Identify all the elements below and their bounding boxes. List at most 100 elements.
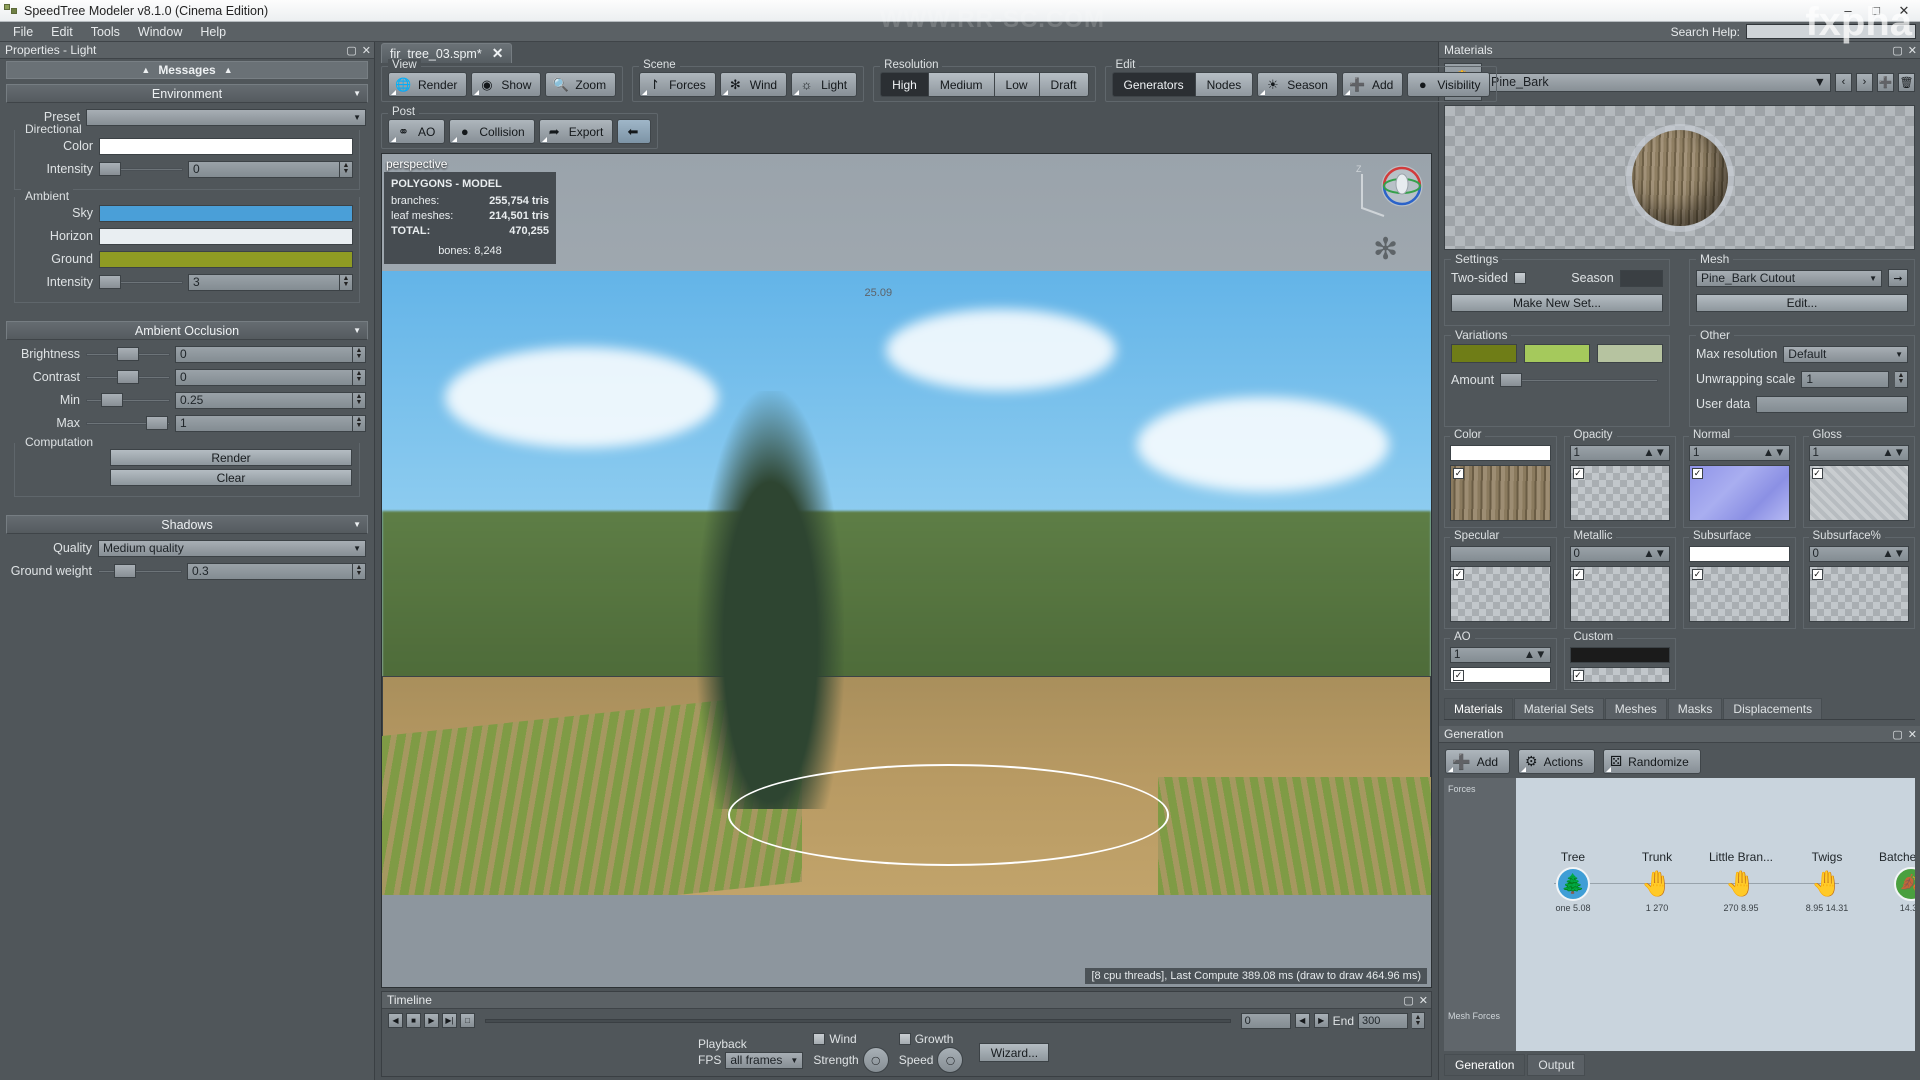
ao-brightness-slider[interactable]: [86, 347, 170, 361]
generation-node-twigs[interactable]: Twigs 🤚 8.95 14.31: [1784, 850, 1870, 913]
amount-slider[interactable]: [1500, 373, 1658, 387]
ao-render-button[interactable]: Render: [110, 449, 352, 466]
tab-material-sets[interactable]: Material Sets: [1513, 698, 1604, 719]
texture-value-field[interactable]: [1689, 546, 1790, 562]
prev-frame-button[interactable]: ◀: [388, 1013, 403, 1028]
max-resolution-dropdown[interactable]: Default ▼: [1783, 345, 1908, 363]
texture-value-field[interactable]: 1 ▲▼: [1808, 445, 1909, 461]
texture-value-field[interactable]: [1450, 445, 1551, 461]
texture-enable-checkbox[interactable]: ✓: [1453, 468, 1464, 479]
texture-value-field[interactable]: [1569, 647, 1670, 663]
texture-enable-checkbox[interactable]: ✓: [1572, 569, 1584, 580]
texture-value-field[interactable]: 0 ▲▼: [1569, 546, 1670, 562]
current-frame-field[interactable]: 0: [1240, 1012, 1291, 1029]
collision-button[interactable]: ● Collision: [449, 119, 535, 144]
directional-intensity-value[interactable]: 0: [188, 160, 340, 178]
ao-max-value[interactable]: 1: [175, 414, 353, 432]
texture-thumbnail[interactable]: ✓: [1569, 667, 1670, 683]
shadow-ground-weight-stepper[interactable]: ▲ ▼: [353, 562, 366, 580]
viewport[interactable]: perspective POLYGONS - MODEL branches: 25…: [381, 153, 1432, 988]
tab-materials[interactable]: Materials: [1444, 698, 1513, 719]
frame-forward-button[interactable]: ▶: [1313, 1013, 1329, 1028]
environment-section-header[interactable]: Environment ▼: [6, 84, 368, 103]
render-button[interactable]: 🌐 Render: [388, 72, 468, 97]
texture-enable-checkbox[interactable]: ✓: [1811, 468, 1823, 479]
next-frame-button[interactable]: ▶|: [442, 1013, 457, 1028]
texture-thumbnail[interactable]: ✓: [1689, 465, 1790, 521]
texture-thumbnail[interactable]: ✓: [1450, 465, 1551, 521]
ao-max-stepper[interactable]: ▲ ▼: [353, 414, 366, 432]
back-button[interactable]: ⬅: [617, 119, 652, 144]
ao-contrast-slider[interactable]: [86, 370, 170, 384]
wind-dial[interactable]: ◯: [862, 1047, 889, 1073]
texture-thumbnail[interactable]: ✓: [1569, 465, 1670, 521]
texture-value-field[interactable]: 1 ▲▼: [1689, 445, 1790, 461]
menu-file[interactable]: File: [4, 24, 42, 40]
texture-enable-checkbox[interactable]: ✓: [1692, 468, 1703, 479]
ao-max-slider[interactable]: [86, 416, 170, 430]
end-frame-field[interactable]: 300: [1358, 1012, 1408, 1029]
tab-generation[interactable]: Generation: [1444, 1054, 1526, 1076]
fan-gizmo-icon[interactable]: ✻: [1373, 232, 1407, 266]
generation-node-tree[interactable]: Tree 🌲 one 5.08: [1530, 850, 1616, 913]
show-button[interactable]: ◉ Show: [471, 72, 542, 97]
stepper-icon[interactable]: ▲▼: [1643, 447, 1666, 459]
directional-color-swatch[interactable]: [99, 137, 353, 155]
ambient-intensity-stepper[interactable]: ▲ ▼: [340, 273, 353, 291]
ambient-horizon-swatch[interactable]: [99, 227, 353, 245]
export-button[interactable]: ➦ Export: [538, 119, 614, 144]
close-icon[interactable]: ✕: [1419, 994, 1428, 1007]
shadow-ground-weight-value[interactable]: 0.3: [187, 562, 353, 580]
user-data-field[interactable]: [1756, 395, 1908, 413]
ao-min-value[interactable]: 0.25: [175, 391, 353, 409]
close-icon[interactable]: ✕: [362, 44, 371, 57]
texture-thumbnail[interactable]: ✓: [1808, 566, 1909, 622]
mesh-edit-button[interactable]: Edit...: [1696, 294, 1908, 312]
resolution-medium[interactable]: Medium: [927, 72, 994, 97]
directional-intensity-slider[interactable]: [99, 162, 183, 176]
ao-brightness-stepper[interactable]: ▲ ▼: [353, 345, 366, 363]
variation-swatch-1[interactable]: [1451, 344, 1517, 363]
undock-icon[interactable]: ▢: [1892, 44, 1902, 57]
material-prev-button[interactable]: ‹: [1835, 72, 1852, 92]
stop-button[interactable]: ■: [406, 1013, 421, 1028]
season-button[interactable]: ☀ Season: [1257, 72, 1338, 97]
generation-graph-canvas[interactable]: Forces Mesh Forces Tree 🌲 one 5.08 Trunk…: [1444, 778, 1915, 1051]
stepper-icon[interactable]: ▲▼: [1763, 447, 1786, 459]
texture-enable-checkbox[interactable]: ✓: [1692, 569, 1703, 580]
texture-enable-checkbox[interactable]: ✓: [1453, 569, 1464, 580]
ao-brightness-value[interactable]: 0: [175, 345, 353, 363]
fps-dropdown[interactable]: all frames ▼: [725, 1051, 804, 1069]
undock-icon[interactable]: ▢: [346, 44, 356, 57]
texture-enable-checkbox[interactable]: ✓: [1453, 670, 1464, 681]
wizard-button[interactable]: Wizard...: [979, 1043, 1050, 1062]
ao-contrast-stepper[interactable]: ▲ ▼: [353, 368, 366, 386]
play-button[interactable]: ▶: [424, 1013, 439, 1028]
zoom-button[interactable]: 🔍 Zoom: [545, 72, 617, 97]
resolution-draft[interactable]: Draft: [1038, 72, 1089, 97]
make-new-set-button[interactable]: Make New Set...: [1451, 294, 1663, 312]
generation-actions-button[interactable]: ⚙ Actions: [1518, 749, 1595, 774]
wind-button[interactable]: ✻ Wind: [719, 72, 788, 97]
texture-enable-checkbox[interactable]: ✓: [1811, 569, 1823, 580]
ambient-intensity-value[interactable]: 3: [188, 273, 340, 291]
wind-checkbox[interactable]: [813, 1033, 826, 1045]
close-button[interactable]: ✕: [1890, 0, 1918, 22]
messages-bar[interactable]: ▲ Messages ▲: [6, 61, 368, 79]
undock-icon[interactable]: ▢: [1403, 994, 1413, 1007]
mesh-dropdown[interactable]: Pine_Bark Cutout ▼: [1696, 269, 1882, 287]
ao-clear-button[interactable]: Clear: [110, 469, 352, 486]
ambient-ground-swatch[interactable]: [99, 250, 353, 268]
texture-thumbnail[interactable]: ✓: [1569, 566, 1670, 622]
forces-button[interactable]: ↾ Forces: [639, 72, 716, 97]
ambient-occlusion-section-header[interactable]: Ambient Occlusion ▼: [6, 321, 368, 340]
shadows-section-header[interactable]: Shadows ▼: [6, 515, 368, 534]
add-button[interactable]: ➕ Add: [1341, 72, 1404, 97]
ao-contrast-value[interactable]: 0: [175, 368, 353, 386]
resolution-high[interactable]: High: [880, 72, 928, 97]
growth-dial[interactable]: ◯: [937, 1047, 964, 1073]
texture-enable-checkbox[interactable]: ✓: [1572, 468, 1584, 479]
texture-thumbnail[interactable]: ✓: [1689, 566, 1790, 622]
maximize-button[interactable]: □: [1862, 0, 1890, 22]
timeline-scrubber[interactable]: [485, 1018, 1231, 1023]
